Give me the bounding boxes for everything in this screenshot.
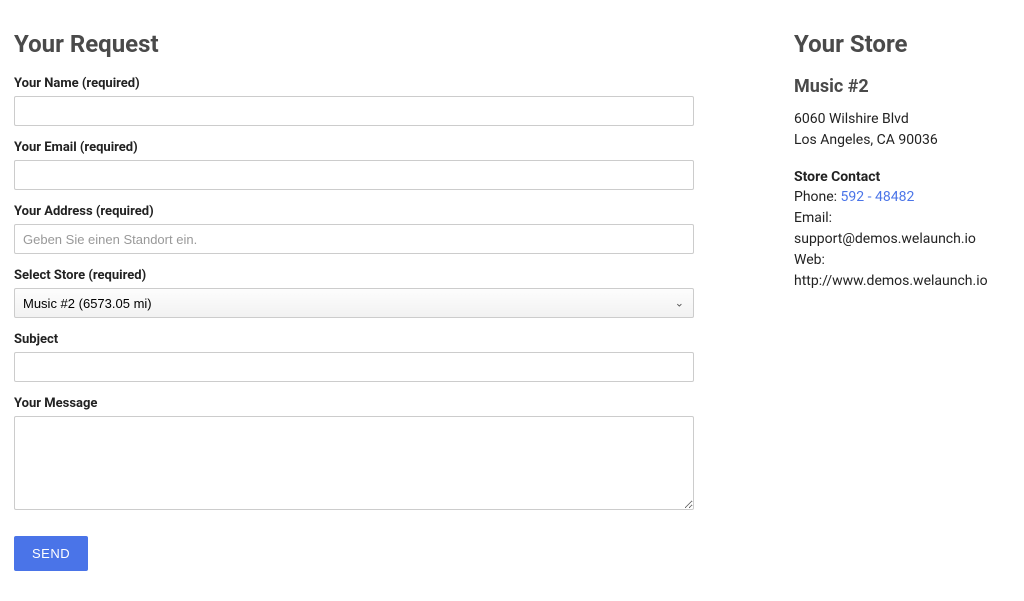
name-label: Your Name (required) — [14, 76, 694, 91]
address-label: Your Address (required) — [14, 204, 694, 219]
store-select[interactable]: Music #2 (6573.05 mi) — [14, 288, 694, 318]
send-button[interactable]: SEND — [14, 536, 88, 571]
store-select-label: Select Store (required) — [14, 268, 694, 283]
email-input[interactable] — [14, 160, 694, 190]
store-phone-link[interactable]: 592 - 48482 — [841, 189, 915, 205]
subject-input[interactable] — [14, 352, 694, 382]
store-email-value: support@demos.welaunch.io — [794, 231, 976, 247]
store-address: 6060 Wilshire Blvd Los Angeles, CA 90036 — [794, 109, 1004, 151]
store-web-line: Web: http://www.demos.welaunch.io — [794, 250, 1004, 292]
subject-label: Subject — [14, 332, 694, 347]
store-email-label: Email: — [794, 210, 832, 226]
message-label: Your Message — [14, 396, 694, 411]
message-textarea[interactable] — [14, 416, 694, 510]
request-heading: Your Request — [14, 30, 694, 58]
store-phone-line: Phone: 592 - 48482 — [794, 187, 1004, 208]
store-address-line2: Los Angeles, CA 90036 — [794, 130, 1004, 151]
store-address-line1: 6060 Wilshire Blvd — [794, 109, 1004, 130]
store-web-label: Web: — [794, 252, 825, 268]
store-heading: Your Store — [794, 30, 1004, 58]
store-phone-label: Phone: — [794, 189, 841, 205]
email-label: Your Email (required) — [14, 140, 694, 155]
name-input[interactable] — [14, 96, 694, 126]
store-email-line: Email: support@demos.welaunch.io — [794, 208, 1004, 250]
store-name: Music #2 — [794, 76, 1004, 97]
store-contact-heading: Store Contact — [794, 169, 1004, 185]
store-web-value: http://www.demos.welaunch.io — [794, 273, 988, 289]
store-info-section: Your Store Music #2 6060 Wilshire Blvd L… — [794, 30, 1004, 571]
request-form-section: Your Request Your Name (required) Your E… — [14, 30, 694, 571]
address-input[interactable] — [14, 224, 694, 254]
